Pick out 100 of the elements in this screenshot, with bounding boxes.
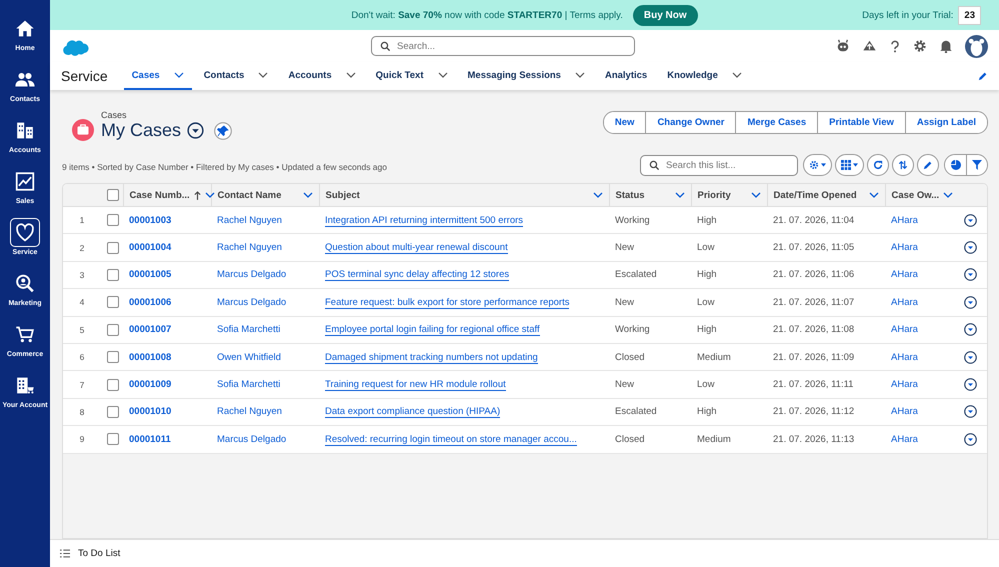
case-number-link[interactable]: 00001011 — [129, 434, 171, 445]
owner-link[interactable]: AHara — [891, 434, 918, 445]
chevron-down-icon[interactable] — [574, 72, 585, 78]
chevron-down-icon[interactable] — [750, 192, 760, 198]
settings-menu-button[interactable] — [803, 154, 832, 176]
row-actions-icon[interactable] — [964, 268, 976, 282]
case-number-link[interactable]: 00001010 — [129, 406, 172, 418]
row-actions-icon[interactable] — [964, 405, 976, 418]
nav-tab[interactable]: Cases — [124, 62, 192, 90]
edit-button[interactable] — [917, 154, 939, 176]
row-checkbox[interactable] — [107, 433, 119, 446]
subject-link[interactable]: Training request for new HR module rollout — [325, 379, 506, 392]
owner-link[interactable]: AHara — [891, 242, 918, 254]
nav-tab[interactable]: Knowledge — [659, 62, 750, 90]
contact-link[interactable]: Rachel Nguyen — [217, 242, 282, 254]
nav-tab[interactable]: Analytics — [596, 62, 656, 90]
case-number-link[interactable]: 00001009 — [129, 379, 172, 390]
case-number-link[interactable]: 00001008 — [129, 352, 172, 363]
row-actions-icon[interactable] — [964, 323, 976, 336]
chevron-down-icon[interactable] — [302, 192, 312, 198]
owner-link[interactable]: AHara — [891, 214, 918, 226]
row-checkbox[interactable] — [107, 351, 119, 364]
contact-link[interactable]: Sofia Marchetti — [217, 324, 280, 336]
chevron-down-icon[interactable] — [732, 72, 742, 78]
case-number-link[interactable]: 00001004 — [129, 242, 172, 254]
column-header[interactable]: Status — [609, 184, 691, 206]
buy-now-button[interactable]: Buy Now — [632, 4, 698, 26]
to-do-list-label[interactable]: To Do List — [78, 548, 120, 559]
contact-link[interactable]: Owen Whitfield — [217, 352, 281, 363]
filter-button[interactable] — [966, 155, 987, 175]
nav-tab[interactable]: Accounts — [280, 62, 364, 90]
row-actions-icon[interactable] — [964, 214, 976, 227]
column-header[interactable]: Date/Time Opened — [767, 184, 885, 206]
row-checkbox[interactable] — [107, 214, 119, 226]
contact-link[interactable]: Marcus Delgado — [217, 296, 286, 308]
column-header[interactable]: Subject — [319, 184, 609, 206]
subject-link[interactable]: Employee portal login failing for regional office staff — [325, 324, 540, 336]
help-icon[interactable] — [889, 38, 901, 54]
nav-tab[interactable]: Contacts — [196, 62, 276, 90]
column-header[interactable]: Case Ow... — [885, 184, 953, 206]
dropdown-icon[interactable] — [187, 122, 204, 139]
row-actions-icon[interactable] — [964, 296, 976, 309]
avatar-icon[interactable] — [965, 34, 988, 58]
contact-link[interactable]: Rachel Nguyen — [217, 214, 282, 226]
display-as-table-button[interactable] — [835, 154, 864, 176]
action-button[interactable]: Assign Label — [904, 112, 987, 133]
chevron-down-icon[interactable] — [943, 192, 954, 198]
case-number-link[interactable]: 00001006 — [129, 296, 172, 308]
nav-tab[interactable]: Messaging Sessions — [460, 62, 593, 90]
settings-icon[interactable] — [913, 39, 927, 53]
row-actions-icon[interactable] — [964, 378, 976, 392]
robot-icon[interactable] — [836, 39, 850, 53]
contact-link[interactable]: Rachel Nguyen — [217, 406, 282, 418]
row-checkbox[interactable] — [107, 296, 119, 308]
owner-link[interactable]: AHara — [891, 379, 918, 390]
cloud-upload-icon[interactable] — [862, 39, 877, 53]
row-checkbox[interactable] — [107, 378, 119, 391]
nav-tab[interactable]: Quick Text — [368, 62, 456, 90]
subject-link[interactable]: Resolved: recurring login timeout on store manager accou... — [325, 434, 577, 446]
case-number-link[interactable]: 00001007 — [129, 324, 172, 336]
contact-link[interactable]: Marcus Delgado — [217, 434, 286, 445]
global-search-field[interactable]: Search... — [371, 36, 635, 56]
contact-link[interactable]: Marcus Delgado — [217, 269, 286, 280]
subject-link[interactable]: POS terminal sync delay affecting 12 stores — [325, 269, 510, 282]
owner-link[interactable]: AHara — [891, 352, 918, 363]
owner-link[interactable]: AHara — [891, 269, 918, 280]
chevron-down-icon[interactable] — [674, 192, 684, 198]
contact-link[interactable]: Sofia Marchetti — [217, 379, 280, 390]
owner-link[interactable]: AHara — [891, 296, 918, 308]
chevron-down-icon[interactable] — [174, 72, 184, 78]
list-search-field[interactable]: Search this list... — [640, 154, 798, 176]
owner-link[interactable]: AHara — [891, 324, 918, 336]
chevron-down-icon[interactable] — [346, 72, 356, 78]
chevron-down-icon[interactable] — [592, 192, 602, 198]
chevron-down-icon[interactable] — [868, 192, 878, 198]
subject-link[interactable]: Data export compliance question (HIPAA) — [325, 406, 500, 418]
column-header[interactable]: Priority — [691, 184, 767, 206]
pin-icon[interactable] — [214, 122, 232, 140]
select-all-checkbox[interactable] — [107, 189, 119, 201]
row-checkbox[interactable] — [107, 324, 119, 336]
pencil-icon[interactable] — [978, 71, 988, 81]
sort-button[interactable] — [892, 154, 914, 176]
subject-link[interactable]: Damaged shipment tracking numbers not updating — [325, 352, 538, 364]
row-actions-icon[interactable] — [964, 432, 976, 446]
bell-icon[interactable] — [939, 39, 953, 53]
row-actions-icon[interactable] — [964, 241, 976, 254]
chevron-down-icon[interactable] — [438, 72, 448, 78]
chevron-down-icon[interactable] — [204, 192, 215, 198]
subject-link[interactable]: Feature request: bulk export for store performance reports — [325, 296, 570, 309]
row-actions-icon[interactable] — [964, 350, 976, 364]
row-checkbox[interactable] — [107, 406, 119, 418]
case-number-link[interactable]: 00001003 — [129, 214, 172, 226]
subject-link[interactable]: Integration API returning intermittent 500 errors — [325, 214, 524, 227]
chart-button[interactable] — [945, 155, 966, 175]
chevron-down-icon[interactable] — [258, 72, 268, 78]
row-checkbox[interactable] — [107, 268, 119, 281]
refresh-button[interactable] — [867, 154, 889, 176]
owner-link[interactable]: AHara — [891, 406, 918, 418]
case-number-link[interactable]: 00001005 — [129, 269, 172, 280]
row-checkbox[interactable] — [107, 242, 119, 254]
